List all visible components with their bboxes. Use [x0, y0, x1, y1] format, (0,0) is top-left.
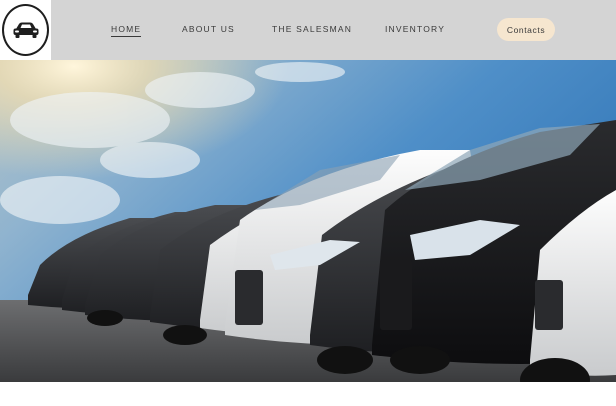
nav-inventory[interactable]: INVENTORY	[385, 24, 445, 34]
site-header: HOME ABOUT US THE SALESMAN INVENTORY Con…	[0, 0, 616, 60]
nav-the-salesman[interactable]: THE SALESMAN	[272, 24, 352, 34]
nav-home[interactable]: HOME	[111, 24, 142, 37]
nav-about-us[interactable]: ABOUT US	[182, 24, 235, 34]
contacts-button[interactable]: Contacts	[497, 18, 555, 41]
hero-image	[0, 60, 616, 382]
